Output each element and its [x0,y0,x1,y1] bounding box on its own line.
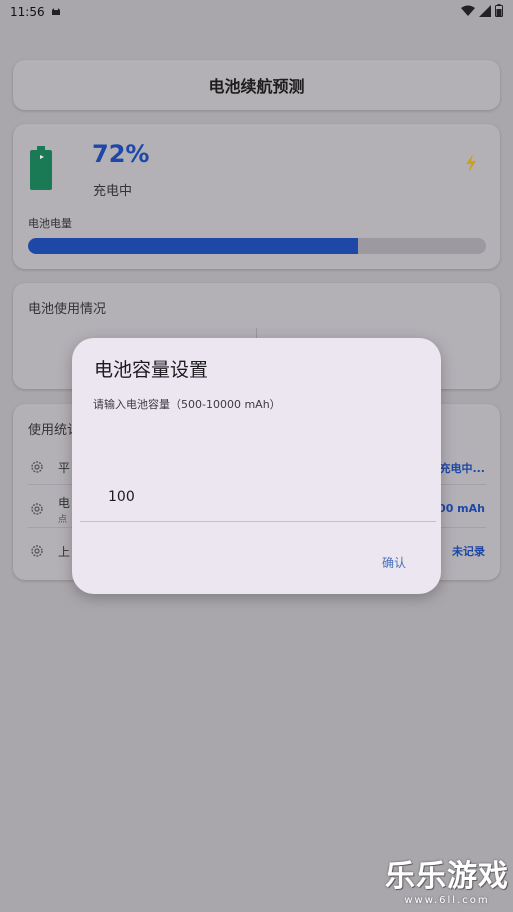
dialog-hint: 请输入电池容量（500-10000 mAh） [93,398,281,411]
gear-icon [30,543,44,562]
capacity-input[interactable] [80,444,436,522]
page-title: 电池续航预测 [208,77,305,96]
stat-label-average: 平 [58,461,71,475]
confirm-button[interactable]: 确认 [370,546,418,578]
stat-sublabel-capacity: 点 [58,515,68,525]
battery-icon [28,146,54,194]
watermark-text: 乐乐游戏 [385,859,509,894]
stat-value-average: 充电中... [439,462,485,475]
battery-percent: 72% [92,140,150,168]
battery-level-fill [28,238,358,254]
stat-value-last: 未记录 [452,545,485,558]
watermark: 乐乐游戏 www.6ll.com [385,851,509,906]
usage-title: 电池使用情况 [28,302,107,317]
battery-level-bar [28,238,486,254]
gear-icon [30,501,44,520]
wifi-icon [461,5,475,20]
charging-status: 充电中 [93,184,133,199]
status-battery-icon [495,4,503,20]
stat-label-capacity: 电 [58,496,71,510]
stat-label-last: 上 [58,545,71,559]
dialog-title: 电池容量设置 [94,359,209,381]
watermark-url: www.6ll.com [404,895,490,906]
lightning-bolt-icon [464,154,478,176]
status-bar: 11:56 [0,0,513,24]
gear-icon [30,459,44,478]
notification-icon [51,5,61,19]
signal-icon [479,4,491,20]
battery-level-label: 电池电量 [28,217,72,230]
status-time: 11:56 [10,5,45,19]
title-card: 电池续航预测 [13,60,500,110]
